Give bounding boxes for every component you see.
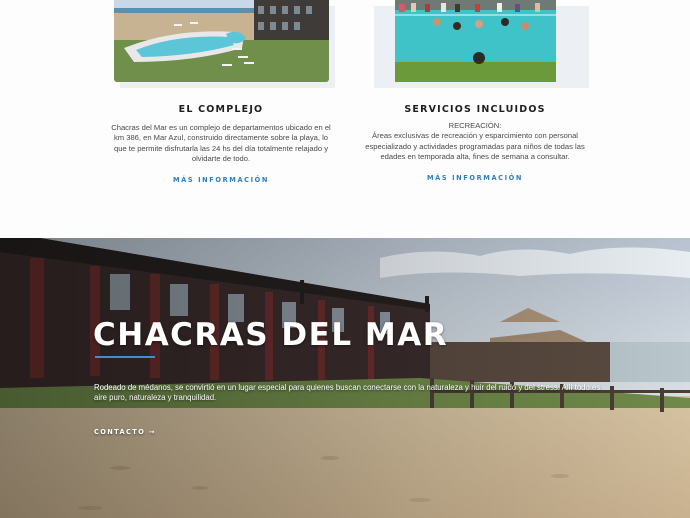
feature-card-complejo: EL COMPLEJO Chacras del Mar es un comple… [86,0,356,184]
feature-title: EL COMPLEJO [178,104,264,115]
features-section: EL COMPLEJO Chacras del Mar es un comple… [0,0,690,238]
title-underline [95,356,155,358]
feature-image-frame [113,0,335,88]
hero-description: Rodeado de médanos, se convirtió en un l… [94,382,601,403]
feature-description-heading: RECREACIÓN: [448,121,502,130]
servicios-pool-image [368,0,583,82]
feature-description: Áreas exclusivas de recreación y esparci… [365,131,585,162]
complejo-pool-image [113,0,329,82]
hero-background-image [0,238,690,518]
more-info-link[interactable]: MÁS INFORMACIÓN [340,174,610,182]
feature-card-servicios: SERVICIOS INCLUIDOS RECREACIÓN: Áreas ex… [340,0,610,182]
feature-description: Chacras del Mar es un complejo de depart… [111,123,331,164]
hero-section: CHACRAS DEL MAR Rodeado de médanos, se c… [0,238,690,518]
feature-image-frame [368,0,589,88]
contact-button[interactable]: CONTACTO → [94,428,156,436]
more-info-link[interactable]: MÁS INFORMACIÓN [86,176,356,184]
hero-title: CHACRAS DEL MAR [93,317,449,353]
feature-title: SERVICIOS INCLUIDOS [404,104,546,115]
